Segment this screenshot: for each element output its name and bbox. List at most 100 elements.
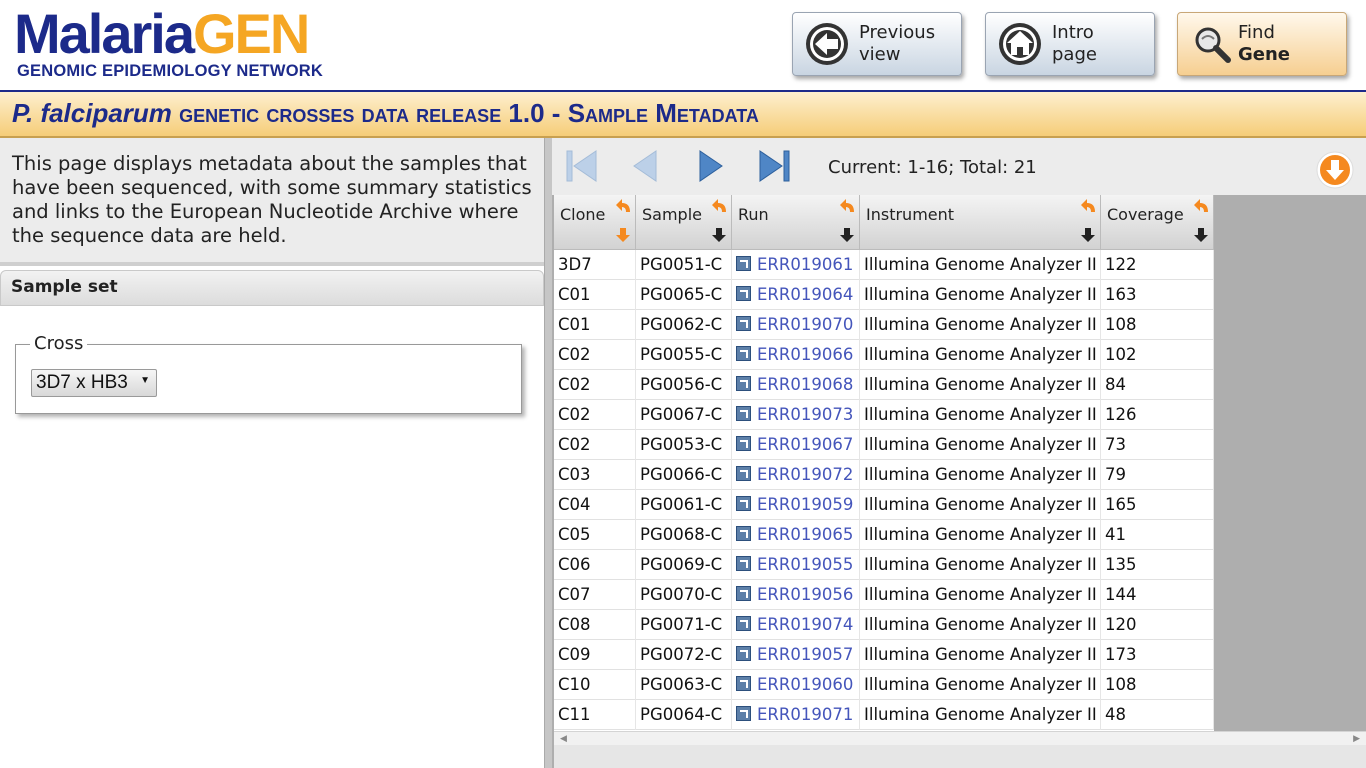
first-page-icon[interactable] (564, 148, 600, 184)
sort-descending-icon[interactable] (710, 226, 728, 244)
sort-descending-icon[interactable] (1192, 226, 1210, 244)
sort-descending-icon[interactable] (838, 226, 856, 244)
external-link-icon[interactable] (736, 256, 751, 271)
coverage-cell: 126 (1101, 400, 1214, 430)
column-header-run[interactable]: Run (732, 195, 860, 250)
previous-page-icon[interactable] (628, 148, 664, 184)
clone-cell: C09 (554, 640, 636, 670)
external-link-icon[interactable] (736, 496, 751, 511)
run-cell: ERR019060 (732, 670, 860, 700)
sample-cell: PG0072-C (636, 640, 732, 670)
external-link-icon[interactable] (736, 676, 751, 691)
malariagen-logo[interactable]: MalariaGEN GENOMIC EPIDEMIOLOGY NETWORK (14, 6, 323, 81)
run-link[interactable]: ERR019071 (757, 705, 853, 724)
table-row: C10 PG0063-C ERR019060 Illumina Genome Anal… (554, 670, 1214, 700)
column-header-sample[interactable]: Sample (636, 195, 732, 250)
sample-cell: PG0065-C (636, 280, 732, 310)
find-gene-button[interactable]: Find Gene (1177, 12, 1347, 76)
run-link[interactable]: ERR019074 (757, 615, 853, 634)
run-link[interactable]: ERR019056 (757, 585, 853, 604)
external-link-icon[interactable] (736, 616, 751, 631)
external-link-icon[interactable] (736, 376, 751, 391)
logo-part1: Malaria (14, 2, 195, 65)
table-row: C02 PG0053-C ERR019067 Illumina Genome Anal… (554, 430, 1214, 460)
right-panel: Current: 1-16; Total: 21 Clone Sample Run I… (552, 138, 1366, 768)
external-link-icon[interactable] (736, 286, 751, 301)
run-link[interactable]: ERR019065 (757, 525, 853, 544)
external-link-icon[interactable] (736, 526, 751, 541)
column-header-instrument[interactable]: Instrument (860, 195, 1101, 250)
table-row: C05 PG0068-C ERR019065 Illumina Genome Anal… (554, 520, 1214, 550)
clone-cell: C08 (554, 610, 636, 640)
run-link[interactable]: ERR019066 (757, 345, 853, 364)
column-header-clone[interactable]: Clone (554, 195, 636, 250)
sort-toggle-icon[interactable] (615, 197, 633, 215)
external-link-icon[interactable] (736, 436, 751, 451)
run-link[interactable]: ERR019070 (757, 315, 853, 334)
table-row: C11 PG0064-C ERR019071 Illumina Genome Anal… (554, 700, 1214, 730)
last-page-icon[interactable] (756, 148, 792, 184)
instrument-cell: Illumina Genome Analyzer II (860, 280, 1101, 310)
coverage-cell: 48 (1101, 700, 1214, 730)
instrument-cell: Illumina Genome Analyzer II (860, 610, 1101, 640)
next-page-icon[interactable] (692, 148, 728, 184)
run-link[interactable]: ERR019055 (757, 555, 853, 574)
run-cell: ERR019064 (732, 280, 860, 310)
sort-toggle-icon[interactable] (1193, 197, 1211, 215)
clone-cell: C01 (554, 310, 636, 340)
external-link-icon[interactable] (736, 706, 751, 721)
title-dash: - (544, 98, 568, 128)
table-row: C04 PG0061-C ERR019059 Illumina Genome Anal… (554, 490, 1214, 520)
intro-page-button[interactable]: Intro page (985, 12, 1155, 76)
external-link-icon[interactable] (736, 466, 751, 481)
coverage-cell: 108 (1101, 310, 1214, 340)
instrument-cell: Illumina Genome Analyzer II (860, 430, 1101, 460)
sort-toggle-icon[interactable] (839, 197, 857, 215)
external-link-icon[interactable] (736, 406, 751, 421)
sample-cell: PG0069-C (636, 550, 732, 580)
external-link-icon[interactable] (736, 586, 751, 601)
run-link[interactable]: ERR019072 (757, 465, 853, 484)
run-link[interactable]: ERR019057 (757, 645, 853, 664)
coverage-cell: 122 (1101, 250, 1214, 280)
title-version: 1.0 (508, 98, 545, 128)
title-species: P. falciparum (12, 98, 172, 128)
clone-cell: C02 (554, 430, 636, 460)
external-link-icon[interactable] (736, 556, 751, 571)
sort-toggle-icon[interactable] (711, 197, 729, 215)
column-label: Run (738, 205, 769, 224)
scroll-left-icon[interactable]: ◀ (560, 734, 567, 744)
external-link-icon[interactable] (736, 346, 751, 361)
clone-cell: C06 (554, 550, 636, 580)
sort-descending-icon[interactable] (1079, 226, 1097, 244)
run-link[interactable]: ERR019068 (757, 375, 853, 394)
previous-view-button[interactable]: Previous view (792, 12, 962, 76)
run-link[interactable]: ERR019073 (757, 405, 853, 424)
cross-select[interactable]: 3D7 x HB3 ▼ (31, 369, 157, 397)
run-link[interactable]: ERR019067 (757, 435, 853, 454)
sort-toggle-icon[interactable] (1080, 197, 1098, 215)
run-cell: ERR019074 (732, 610, 860, 640)
run-link[interactable]: ERR019059 (757, 495, 853, 514)
run-link[interactable]: ERR019064 (757, 285, 853, 304)
column-header-coverage[interactable]: Coverage (1101, 195, 1214, 250)
run-cell: ERR019057 (732, 640, 860, 670)
cross-select-value: 3D7 x HB3 (36, 372, 128, 393)
intro-text: This page displays metadata about the sa… (12, 152, 532, 247)
sample-cell: PG0061-C (636, 490, 732, 520)
horizontal-scrollbar[interactable]: ◀ ▶ (554, 731, 1366, 746)
sort-descending-icon[interactable] (614, 226, 632, 244)
table-row: C03 PG0066-C ERR019072 Illumina Genome Anal… (554, 460, 1214, 490)
sample-cell: PG0055-C (636, 340, 732, 370)
external-link-icon[interactable] (736, 316, 751, 331)
external-link-icon[interactable] (736, 646, 751, 661)
download-icon[interactable] (1316, 151, 1354, 189)
sample-cell: PG0066-C (636, 460, 732, 490)
run-link[interactable]: ERR019061 (757, 255, 853, 274)
column-label: Instrument (866, 205, 955, 224)
instrument-cell: Illumina Genome Analyzer II (860, 700, 1101, 730)
page-title-bar: P. falciparum genetic crosses data relea… (0, 92, 1366, 138)
run-link[interactable]: ERR019060 (757, 675, 853, 694)
scroll-right-icon[interactable]: ▶ (1353, 734, 1360, 744)
table-row: C01 PG0062-C ERR019070 Illumina Genome Anal… (554, 310, 1214, 340)
